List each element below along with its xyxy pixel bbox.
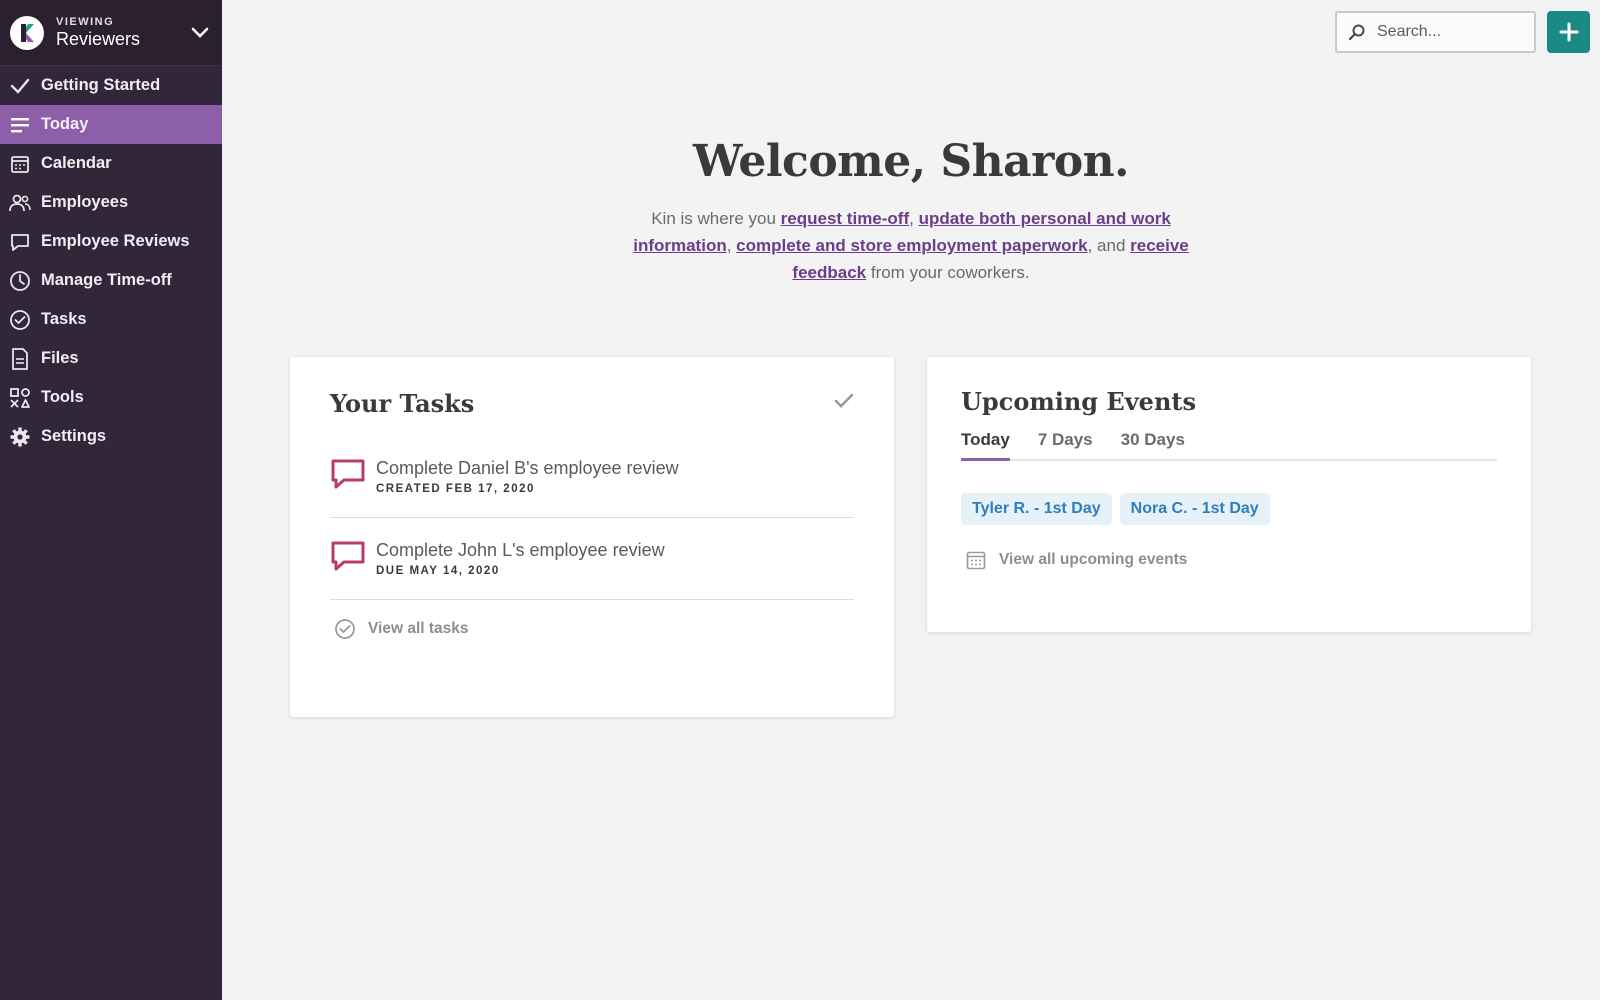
tab-30-days[interactable]: 30 Days (1121, 430, 1185, 461)
sidebar-item-settings[interactable]: Settings (0, 417, 222, 456)
search-icon (1347, 22, 1367, 42)
kin-logo-icon (10, 15, 44, 50)
check-icon[interactable] (834, 393, 854, 414)
sidebar-item-tasks[interactable]: Tasks (0, 300, 222, 339)
task-date: DUE MAY 14, 2020 (376, 565, 500, 577)
welcome-description: Kin is where you request time-off, updat… (621, 205, 1201, 286)
sidebar-item-label: Tools (41, 388, 84, 406)
chat-bubble-icon (331, 541, 365, 571)
event-chip[interactable]: Tyler R. - 1st Day (961, 493, 1112, 525)
sidebar-item-label: Files (41, 349, 79, 367)
add-button[interactable] (1547, 11, 1590, 53)
viewing-label: VIEWING (56, 15, 115, 28)
workspace-title: Reviewers (56, 28, 141, 49)
task-date: CREATED FEB 17, 2020 (376, 483, 535, 495)
plus-icon (1559, 22, 1578, 42)
clock-icon (8, 269, 32, 293)
calendar-icon (965, 549, 987, 571)
tasks-title: Your Tasks (330, 389, 475, 418)
separator-text: , (909, 209, 919, 228)
task-item[interactable]: Complete Daniel B's employee review CREA… (330, 418, 854, 518)
outro-text: from your coworkers. (866, 263, 1030, 282)
sidebar-item-label: Manage Time-off (41, 271, 172, 289)
sidebar-item-label: Getting Started (41, 76, 161, 94)
view-all-tasks-link[interactable]: View all tasks (330, 618, 854, 640)
sidebar-item-label: Today (41, 115, 89, 133)
gear-icon (8, 425, 32, 449)
check-icon (8, 74, 32, 98)
file-icon (8, 347, 32, 371)
tab-today[interactable]: Today (961, 430, 1010, 461)
events-card: Upcoming Events Today 7 Days 30 Days Tyl… (927, 357, 1531, 632)
sidebar-item-manage-time-off[interactable]: Manage Time-off (0, 261, 222, 300)
sidebar-item-employees[interactable]: Employees (0, 183, 222, 222)
sidebar-item-label: Tasks (41, 310, 87, 328)
page-title: Welcome, Sharon. (693, 136, 1129, 187)
events-tabs: Today 7 Days 30 Days (961, 428, 1497, 461)
view-all-tasks-label: View all tasks (368, 620, 469, 637)
sidebar-item-label: Settings (41, 427, 107, 445)
separator-text: , and (1087, 236, 1131, 255)
view-all-events-link[interactable]: View all upcoming events (961, 549, 1497, 571)
check-circle-icon (334, 618, 356, 640)
sidebar: VIEWING Reviewers Getting Started Today … (0, 0, 222, 1000)
search-box[interactable] (1335, 11, 1536, 53)
search-input[interactable] (1377, 23, 1517, 41)
intro-text: Kin is where you (651, 209, 781, 228)
sidebar-item-files[interactable]: Files (0, 339, 222, 378)
separator-text: , (726, 236, 737, 255)
sidebar-item-employee-reviews[interactable]: Employee Reviews (0, 222, 222, 261)
lines-icon (8, 113, 32, 137)
task-title: Complete Daniel B's employee review (376, 458, 679, 478)
sidebar-item-calendar[interactable]: Calendar (0, 144, 222, 183)
task-title: Complete John L's employee review (376, 540, 665, 560)
task-item[interactable]: Complete John L's employee review DUE MA… (330, 518, 854, 600)
welcome-section: Welcome, Sharon. Kin is where you reques… (222, 136, 1600, 286)
tasks-card: Your Tasks Complete Daniel B's employee … (290, 357, 894, 717)
chat-icon (8, 230, 32, 254)
view-all-events-label: View all upcoming events (999, 551, 1188, 568)
request-time-off-link[interactable]: request time-off (781, 209, 909, 228)
chat-bubble-icon (331, 459, 365, 489)
sidebar-item-today[interactable]: Today (0, 105, 222, 144)
employment-paperwork-link[interactable]: complete and store employment paperwork (736, 236, 1087, 255)
tab-7-days[interactable]: 7 Days (1038, 430, 1093, 461)
calendar-icon (8, 152, 32, 176)
chevron-down-icon[interactable] (188, 21, 212, 45)
tools-icon (8, 386, 32, 410)
check-circle-icon (8, 308, 32, 332)
event-chips: Tyler R. - 1st Day Nora C. - 1st Day (961, 493, 1497, 525)
sidebar-item-label: Employee Reviews (41, 232, 190, 250)
events-title: Upcoming Events (961, 387, 1196, 416)
people-icon (8, 191, 32, 215)
sidebar-item-label: Calendar (41, 154, 112, 172)
sidebar-item-label: Employees (41, 193, 129, 211)
event-chip[interactable]: Nora C. - 1st Day (1119, 493, 1270, 525)
workspace-switcher[interactable]: VIEWING Reviewers (0, 0, 222, 66)
sidebar-item-getting-started[interactable]: Getting Started (0, 66, 222, 105)
sidebar-nav: Getting Started Today Calendar Employees… (0, 66, 222, 456)
sidebar-item-tools[interactable]: Tools (0, 378, 222, 417)
